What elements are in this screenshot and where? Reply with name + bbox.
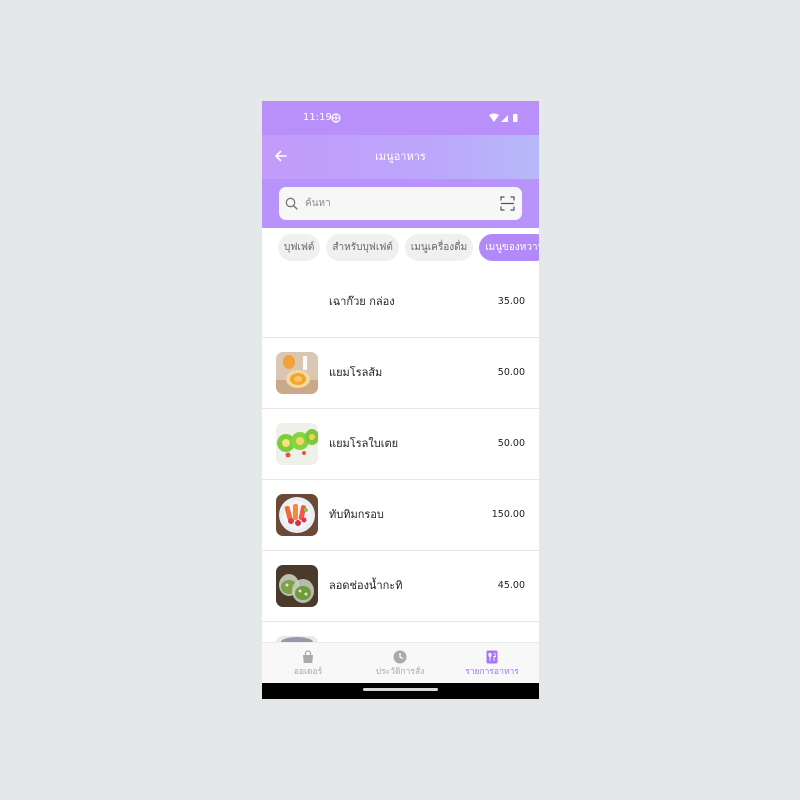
menu-item-image	[276, 565, 318, 607]
menu-item-name: ทับทิมกรอบ	[329, 508, 384, 521]
clock-icon	[393, 650, 407, 664]
menu-item-image	[276, 423, 318, 465]
globe-icon	[331, 113, 341, 123]
home-indicator[interactable]	[363, 688, 438, 691]
menu-item[interactable]: แยมโรลส้ม 50.00	[262, 338, 539, 409]
tab-drinks[interactable]: เมนูเครื่องดื่ม	[404, 234, 474, 261]
menu-item-price: 50.00	[497, 438, 525, 449]
menu-list: เฉาก๊วย กล่อง 35.00 แยมโรลส้ม 50.00 แยมโ…	[262, 267, 539, 643]
category-tabs: บุฟเฟต์ สำหรับบุฟเฟต์ เมนูเครื่องดื่ม เมนูข…	[278, 234, 539, 262]
status-time: 11:19	[303, 112, 332, 123]
signal-battery-icons	[489, 113, 518, 122]
menu-item-partial[interactable]	[262, 622, 539, 643]
search-input[interactable]	[305, 193, 485, 214]
page-title: เมนูอาหาร	[375, 150, 426, 163]
search-icon	[285, 197, 298, 210]
tab-desserts[interactable]: เมนูของหวาน	[479, 234, 539, 261]
nav-food-menu[interactable]: รายการอาหาร	[446, 643, 538, 684]
scan-icon[interactable]	[500, 196, 515, 211]
bottom-nav: ออเดอร์ ประวัติการสั่ง รายการอาหาร	[262, 642, 539, 683]
menu-item[interactable]: แยมโรลใบเตย 50.00	[262, 409, 539, 480]
search-box	[279, 187, 522, 220]
tab-buffet[interactable]: บุฟเฟต์	[278, 234, 321, 261]
menu-item[interactable]: ทับทิมกรอบ 150.00	[262, 480, 539, 551]
nav-label: รายการอาหาร	[465, 667, 519, 677]
menu-item-name: เฉาก๊วย กล่อง	[329, 295, 395, 308]
bag-icon	[303, 650, 313, 663]
gesture-bar	[262, 683, 539, 699]
status-bar: 11:19	[262, 101, 539, 135]
nav-history[interactable]: ประวัติการสั่ง	[354, 643, 446, 684]
menu-item-price: 45.00	[497, 580, 525, 591]
nav-label: ออเดอร์	[293, 667, 323, 677]
menu-item[interactable]: ลอดช่องน้ำกะทิ 45.00	[262, 551, 539, 622]
menu-item-price: 35.00	[497, 296, 525, 307]
menu-item-price: 150.00	[491, 509, 525, 520]
menu-item-price: 50.00	[497, 367, 525, 378]
menu-item[interactable]: เฉาก๊วย กล่อง 35.00	[262, 267, 539, 338]
nav-label: ประวัติการสั่ง	[375, 667, 425, 677]
menu-item-name: ลอดช่องน้ำกะทิ	[329, 579, 403, 592]
app-bar: เมนูอาหาร	[262, 135, 539, 179]
menu-book-icon	[486, 650, 498, 664]
menu-item-name: แยมโรลใบเตย	[329, 437, 399, 450]
nav-orders[interactable]: ออเดอร์	[262, 643, 354, 684]
menu-item-image	[276, 352, 318, 394]
search-area	[262, 179, 539, 228]
tab-for-buffet[interactable]: สำหรับบุฟเฟต์	[326, 234, 399, 261]
menu-item-image	[276, 494, 318, 536]
menu-item-name: แยมโรลส้ม	[329, 366, 383, 379]
phone-screen: 11:19 เมนูอาหาร บุฟเฟต์สำหร	[262, 101, 539, 699]
